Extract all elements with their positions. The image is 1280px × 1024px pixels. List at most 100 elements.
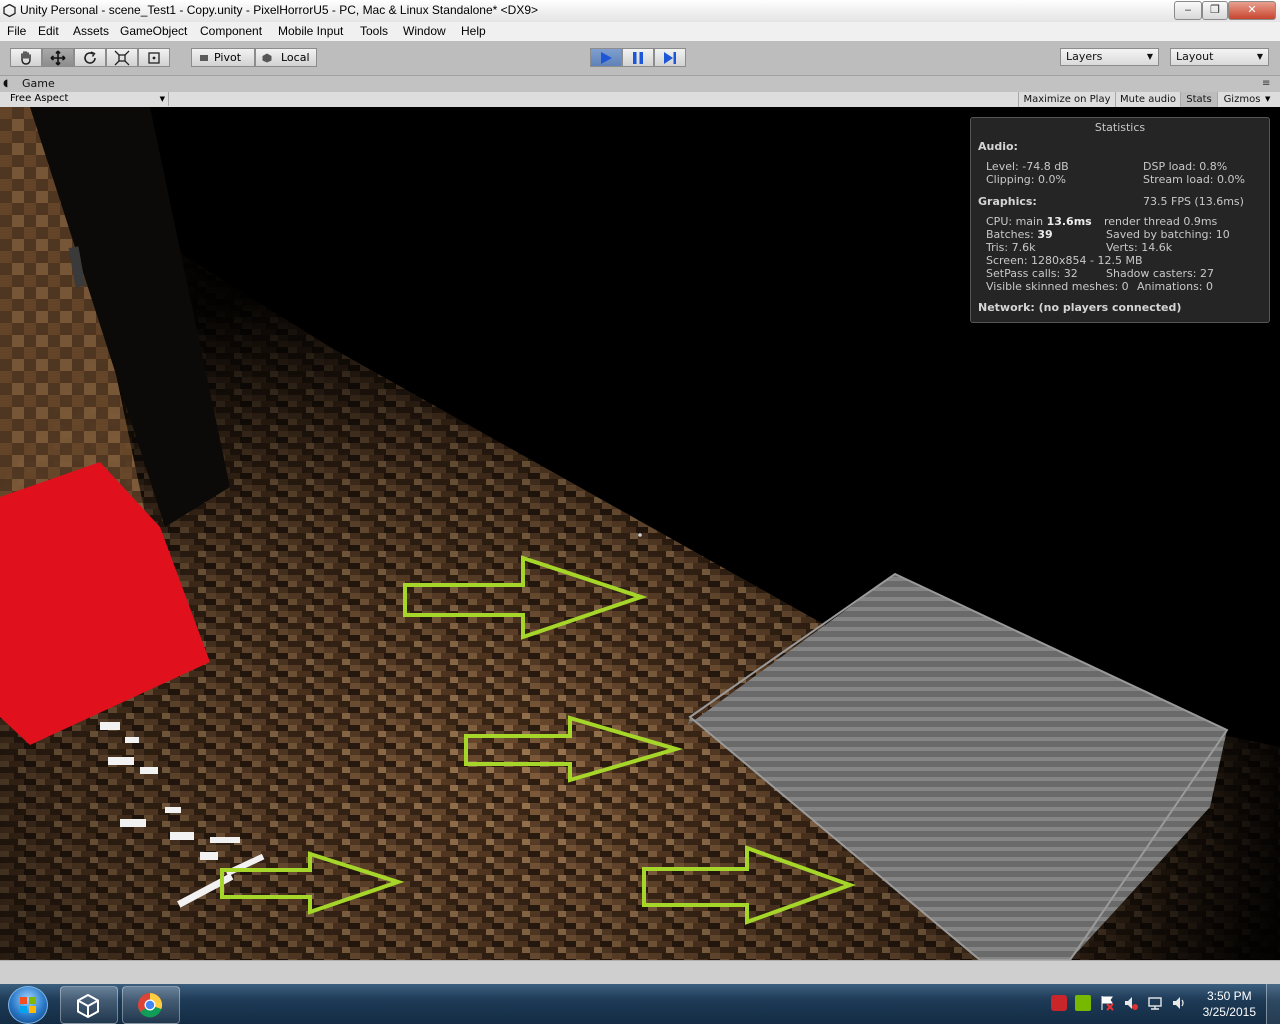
menu-tools[interactable]: Tools [360,24,388,38]
rotate-tool-button[interactable] [74,48,106,67]
stream-load: Stream load: 0.0% [1143,173,1245,186]
shadow-casters: Shadow casters: 27 [1106,267,1214,280]
menu-assets[interactable]: Assets [73,24,109,38]
minimize-icon: ‒ [1184,3,1192,16]
fps-readout: 73.5 FPS (13.6ms) [1143,195,1244,208]
close-button[interactable]: ✕ [1228,1,1276,20]
pause-button[interactable] [622,48,654,67]
pivot-icon [200,55,208,61]
taskbar-unity[interactable] [60,986,118,1024]
dropdown-arrow-icon: ▼ [159,95,165,103]
menu-window[interactable]: Window [403,24,446,38]
layout-dropdown[interactable]: Layout ▼ [1170,48,1269,66]
crosshair [638,533,642,537]
tris-count: Tris: 7.6k [986,241,1036,254]
cube-icon [262,53,272,63]
unity-logo-icon [77,994,99,1018]
hand-icon [21,50,31,65]
show-desktop-button[interactable] [1266,984,1280,1024]
network-status: Network: (no players connected) [978,301,1182,314]
audio-level: Level: -74.8 dB [986,160,1069,173]
windows-logo-icon [20,997,36,1013]
dsp-load: DSP load: 0.8% [1143,160,1228,173]
audio-clipping: Clipping: 0.0% [986,173,1066,186]
stats-button[interactable]: Stats [1180,92,1217,107]
animations-count: Animations: 0 [1137,280,1214,293]
statistics-title: Statistics [1094,121,1146,134]
play-icon [601,51,612,64]
menu-help[interactable]: Help [461,24,486,38]
nvidia-tray-icon[interactable] [1075,995,1091,1011]
step-button[interactable] [654,48,686,67]
pivot-toggle[interactable]: Pivot [191,48,255,67]
hand-tool-button[interactable] [10,48,42,67]
scale-tool-button[interactable] [106,48,138,67]
network-icon[interactable] [1147,995,1163,1011]
windows-taskbar: 3:50 PM 3/25/2015 [0,984,1280,1024]
pivot-label: Pivot [214,51,242,64]
move-tool-button[interactable] [42,48,74,67]
gizmos-button[interactable]: Gizmos [1217,92,1266,107]
visible-skinned-meshes: Visible skinned meshes: 0 [986,280,1129,293]
mute-audio-button[interactable]: Mute audio [1115,92,1180,107]
minimize-button[interactable]: ‒ [1174,1,1202,20]
cpu-main: CPU: main 13.6ms [986,215,1092,228]
dropdown-arrow-icon: ▼ [1146,52,1153,61]
speaker-muted-icon[interactable] [1123,995,1139,1011]
menu-mobile-input[interactable]: Mobile Input [278,24,343,38]
tab-game[interactable]: ◖ Game [3,76,55,92]
status-bar [0,960,1280,985]
menu-edit[interactable]: Edit [38,24,59,38]
antivirus-tray-icon[interactable] [1051,995,1067,1011]
main-toolbar: Pivot Local Layers ▼ Layout ▼ [0,41,1280,76]
maximize-icon: ❐ [1210,3,1220,16]
menu-file[interactable]: File [7,24,26,38]
local-label: Local [281,51,310,64]
game-tab-icon: ◖ [3,78,9,89]
saved-by-batching: Saved by batching: 10 [1106,228,1230,241]
menu-component[interactable]: Component [200,24,262,38]
rect-tool-icon [148,51,160,64]
gizmos-dropdown-arrow-icon[interactable]: ▼ [1265,92,1270,107]
chrome-icon [138,992,163,1018]
tab-bar [0,76,1280,92]
aspect-dropdown[interactable]: Free Aspect ▼ [6,92,169,106]
title-bar: Unity Personal - scene_Test1 - Copy.unit… [0,0,1280,23]
action-center-flag-icon[interactable] [1099,995,1115,1011]
menu-bar: File Edit Assets GameObject Component Mo… [0,22,1280,41]
maximize-on-play-button[interactable]: Maximize on Play [1018,92,1115,107]
batches: Batches: 39 [986,228,1053,241]
unity-logo-icon [3,4,16,17]
menu-gameobject[interactable]: GameObject [120,24,187,38]
window-title: Unity Personal - scene_Test1 - Copy.unit… [20,3,539,17]
clock-time: 3:50 PM [1206,989,1252,1003]
scale-icon [114,50,130,65]
panel-menu-icon[interactable]: ≡ [1262,78,1270,89]
clock-date: 3/25/2015 [1202,1005,1256,1019]
graphics-header: Graphics: [978,195,1037,208]
rect-tool-button[interactable] [138,48,170,67]
start-orb[interactable] [8,986,48,1024]
setpass-calls: SetPass calls: 32 [986,267,1078,280]
game-view-toolbar: Free Aspect ▼ Maximize on Play Mute audi… [0,92,1280,108]
aspect-label: Free Aspect [10,93,69,104]
step-icon [664,51,676,64]
screen-info: Screen: 1280x854 - 12.5 MB [986,254,1143,267]
game-tab-label: Game [22,77,55,90]
volume-icon[interactable] [1171,995,1187,1011]
taskbar-chrome[interactable] [122,986,180,1024]
taskbar-clock[interactable]: 3:50 PM 3/25/2015 [1203,988,1256,1020]
render-thread: render thread 0.9ms [1104,215,1218,228]
move-icon [50,50,66,65]
rotate-icon [84,50,96,64]
local-toggle[interactable]: Local [255,48,317,67]
close-icon: ✕ [1247,3,1257,16]
play-button[interactable] [590,48,622,67]
layers-dropdown[interactable]: Layers ▼ [1060,48,1159,66]
statistics-panel: Statistics Audio: Level: -74.8 dB DSP lo… [970,117,1270,323]
layout-label: Layout [1176,50,1214,63]
maximize-button[interactable]: ❐ [1202,1,1228,20]
audio-header: Audio: [978,140,1018,153]
pause-icon [633,51,643,64]
dropdown-arrow-icon: ▼ [1256,52,1263,61]
